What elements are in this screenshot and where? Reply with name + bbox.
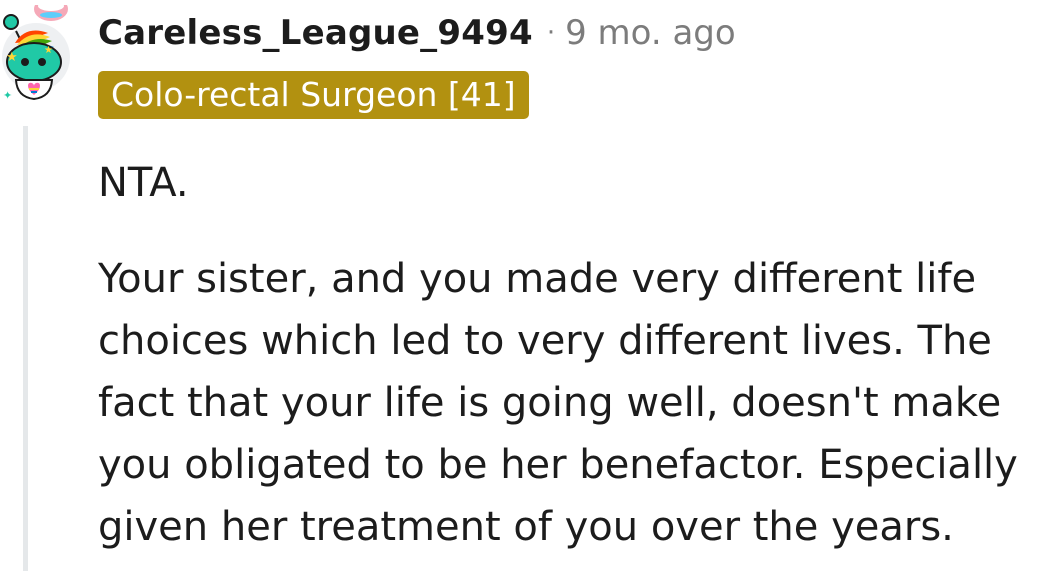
comment-paragraph: Your sister, and you made very different… xyxy=(98,256,1018,550)
author-username[interactable]: Careless_League_9494 xyxy=(98,11,533,55)
comment-timestamp[interactable]: 9 mo. ago xyxy=(565,11,736,55)
comment: ★ ★ ✦ Careless_League_9494 · 9 mo. ago C… xyxy=(0,0,1052,571)
comment-paragraph: NTA. xyxy=(98,160,189,206)
snoo-avatar-icon: ★ ★ ✦ xyxy=(2,0,70,102)
svg-text:★: ★ xyxy=(44,45,53,56)
comment-body: NTA. Your sister, and you made very diff… xyxy=(98,152,1052,558)
user-flair: Colo-rectal Surgeon [41] xyxy=(98,71,529,119)
svg-text:★: ★ xyxy=(6,50,18,65)
meta-separator: · xyxy=(546,18,556,48)
thread-collapse-line[interactable] xyxy=(23,126,28,571)
comment-meta: Careless_League_9494 · 9 mo. ago xyxy=(98,11,736,55)
svg-text:✦: ✦ xyxy=(3,89,12,102)
user-avatar[interactable]: ★ ★ ✦ xyxy=(0,0,72,103)
